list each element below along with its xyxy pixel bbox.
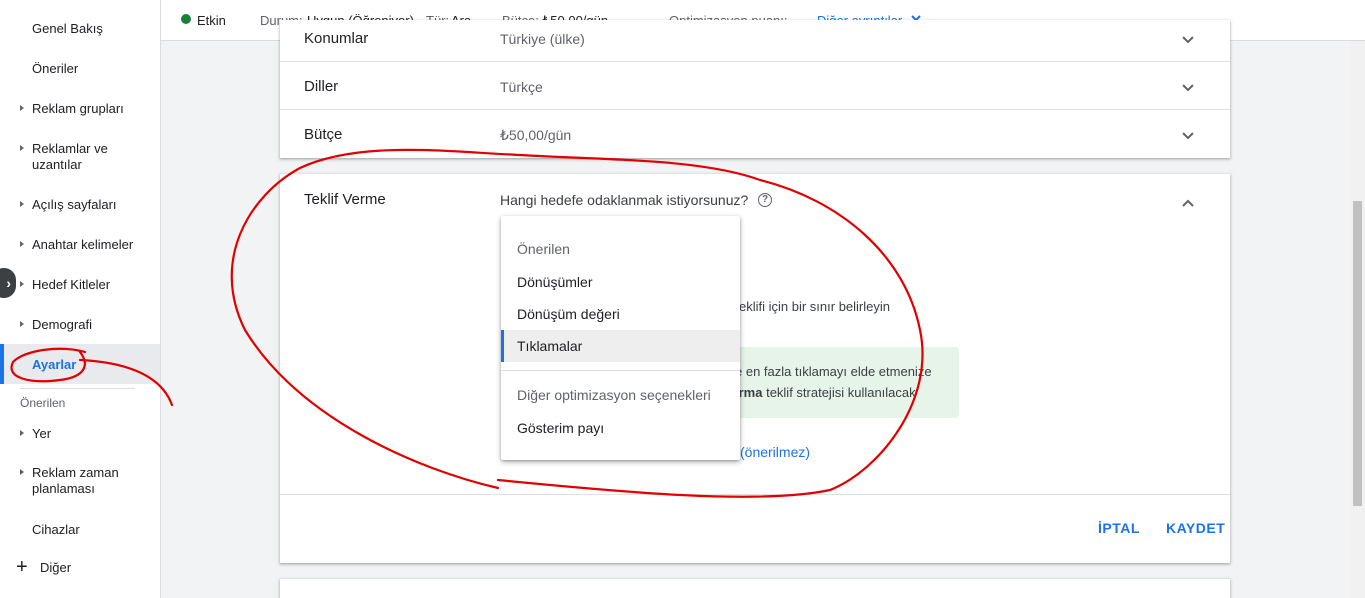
divider [501, 370, 740, 371]
settings-row-budget[interactable]: Bütçe ₺50,00/gün [280, 110, 1230, 158]
status-dot-icon [181, 14, 191, 24]
sidebar-item-overview[interactable]: Genel Bakış [0, 21, 160, 37]
sidebar-item-locations[interactable]: Yer [0, 426, 160, 442]
row-value: Türkçe [500, 79, 543, 95]
expand-triangle-icon[interactable] [20, 430, 24, 436]
sidebar-item-keywords[interactable]: Anahtar kelimeler [0, 237, 160, 253]
sidebar-item-demographics[interactable]: Demografi [0, 317, 160, 333]
max-cpc-limit-text[interactable]: eklifi için bir sınır belirleyin [739, 299, 890, 314]
sidebar-item-label: Reklamlar ve uzantılar [32, 141, 108, 172]
sidebar-item-label: Reklam grupları [32, 101, 124, 116]
sidebar-item-audiences[interactable]: Hedef Kitleler [0, 277, 160, 293]
sidebar-item-label: Cihazlar [32, 522, 80, 537]
row-value: Türkiye (ülke) [500, 31, 585, 47]
scrollbar-thumb[interactable] [1353, 201, 1362, 506]
chevron-down-icon[interactable] [1182, 33, 1194, 45]
strategy-info-line1: e en fazla tıklamayı elde etmenize [735, 364, 932, 379]
sidebar-section-label: Önerilen [20, 396, 66, 410]
sidebar-item-label: Açılış sayfaları [32, 197, 117, 212]
sidebar-item-label: Hedef Kitleler [32, 277, 111, 292]
sidebar-item-label: Reklam zaman planlaması [32, 465, 119, 496]
sidebar-item-label: Yer [32, 426, 52, 441]
expand-triangle-icon[interactable] [20, 281, 24, 287]
sidebar-item-recommendations[interactable]: Öneriler [0, 61, 160, 77]
settings-card-partial [280, 579, 1230, 598]
scrollbar[interactable] [1350, 41, 1365, 598]
sidebar-item-label: Ayarlar [32, 357, 77, 372]
row-key: Konumlar [304, 30, 369, 47]
expand-triangle-icon[interactable] [20, 321, 24, 327]
row-key: Diller [304, 78, 339, 95]
sidebar-item-ad-groups[interactable]: Reklam grupları [0, 101, 160, 117]
expand-triangle-icon[interactable] [20, 201, 24, 207]
row-value: ₺50,00/gün [500, 127, 572, 143]
strategy-info-rest: teklif stratejisi kullanılacak [762, 385, 916, 400]
sidebar-item-label: Genel Bakış [32, 21, 103, 36]
bidding-title: Teklif Verme [304, 191, 386, 208]
expand-triangle-icon[interactable] [20, 145, 24, 151]
divider [20, 388, 135, 389]
sidebar-item-label: Anahtar kelimeler [32, 237, 134, 252]
dropdown-option-conversions[interactable]: Dönüşümler [501, 266, 740, 298]
help-icon[interactable]: ? [758, 193, 772, 207]
dropdown-option-conversion-value[interactable]: Dönüşüm değeri [501, 298, 740, 330]
status-label: Etkin [197, 13, 226, 28]
sidebar-item-label: Diğer [40, 560, 72, 575]
cancel-button[interactable]: İPTAL [1098, 520, 1140, 536]
chevron-down-icon[interactable] [1182, 81, 1194, 93]
sidebar-item-label: Demografi [32, 317, 92, 332]
sidebar-item-ads-extensions[interactable]: Reklamlar ve uzantılar [0, 141, 160, 173]
bidding-goal-dropdown[interactable]: Önerilen Dönüşümler Dönüşüm değeri Tıkla… [501, 216, 740, 460]
not-recommended-link[interactable]: (önerilmez) [740, 444, 810, 460]
chevron-up-icon[interactable] [1182, 198, 1194, 210]
dropdown-option-impression-share[interactable]: Gösterim payı [501, 412, 740, 444]
sidebar-item-ad-schedule[interactable]: Reklam zaman planlaması [0, 465, 160, 497]
divider [280, 494, 1230, 495]
bidding-card: Teklif Verme Hangi hedefe odaklanmak ist… [280, 174, 1230, 563]
chevron-right-icon: › [6, 275, 11, 291]
expand-triangle-icon[interactable] [20, 241, 24, 247]
settings-row-locations[interactable]: Konumlar Türkiye (ülke) [280, 14, 1230, 62]
sidebar-item-settings[interactable]: Ayarlar [0, 344, 160, 384]
expand-triangle-icon[interactable] [20, 105, 24, 111]
sidebar-item-landing-pages[interactable]: Açılış sayfaları [0, 197, 160, 213]
plus-icon[interactable]: + [16, 557, 28, 577]
sidebar: Genel Bakış Öneriler Reklam grupları Rek… [0, 0, 161, 598]
dropdown-header-other: Diğer optimizasyon seçenekleri [517, 387, 711, 403]
row-key: Bütçe [304, 126, 343, 143]
settings-card: Konumlar Türkiye (ülke) Diller Türkçe Bü… [280, 20, 1230, 158]
strategy-info-line2: ırma teklif stratejisi kullanılacak [735, 385, 916, 400]
sidebar-item-label: Öneriler [32, 61, 79, 76]
strategy-info-box [720, 347, 959, 418]
dropdown-option-clicks[interactable]: Tıklamalar [501, 330, 740, 362]
bidding-question: Hangi hedefe odaklanmak istiyorsunuz? [500, 192, 749, 208]
settings-row-languages[interactable]: Diller Türkçe [280, 62, 1230, 110]
sidebar-item-devices[interactable]: Cihazlar [0, 522, 160, 538]
save-button[interactable]: KAYDET [1166, 520, 1225, 536]
dropdown-header-recommended: Önerilen [517, 241, 570, 257]
chevron-down-icon[interactable] [1182, 129, 1194, 141]
expand-triangle-icon[interactable] [20, 469, 24, 475]
